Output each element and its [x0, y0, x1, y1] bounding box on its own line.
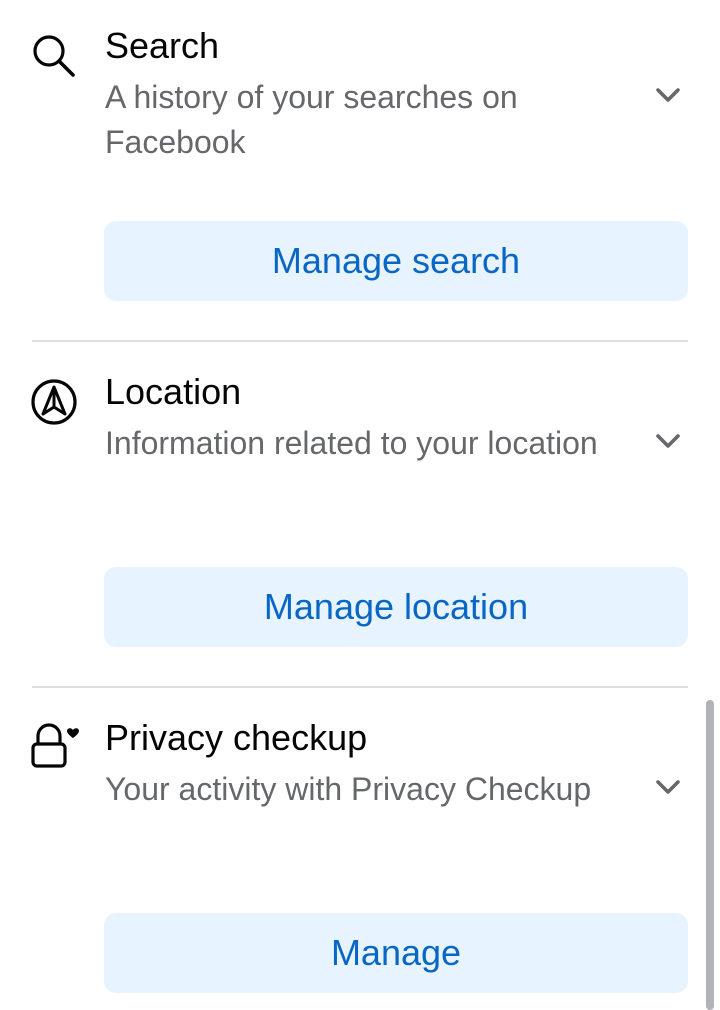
scrollbar[interactable]: [706, 700, 714, 1010]
section-title: Privacy checkup: [105, 717, 368, 758]
section-title: Location: [105, 371, 242, 412]
manage-privacy-checkup-button[interactable]: Manage: [104, 913, 688, 993]
section-title: Search: [105, 25, 220, 66]
section-description: Your activity with Privacy Checkup: [105, 771, 592, 807]
search-section: Search A history of your searches on Fac…: [0, 0, 720, 342]
location-icon: [28, 376, 80, 428]
section-description: Information related to your location: [105, 425, 598, 461]
chevron-down-icon[interactable]: [650, 769, 686, 805]
lock-heart-icon: [28, 720, 80, 772]
activity-categories-page: Search A history of your searches on Fac…: [0, 0, 720, 1010]
manage-location-button[interactable]: Manage location: [104, 567, 688, 647]
chevron-down-icon[interactable]: [650, 77, 686, 113]
divider: [32, 686, 688, 688]
location-section: Location Information related to your loc…: [0, 346, 720, 688]
search-icon: [28, 30, 80, 82]
chevron-down-icon[interactable]: [650, 423, 686, 459]
privacy-checkup-section: Privacy checkup Your activity with Priva…: [0, 692, 720, 1010]
section-description: A history of your searches on Facebook: [105, 79, 518, 160]
manage-search-button[interactable]: Manage search: [104, 221, 688, 301]
divider: [32, 340, 688, 342]
